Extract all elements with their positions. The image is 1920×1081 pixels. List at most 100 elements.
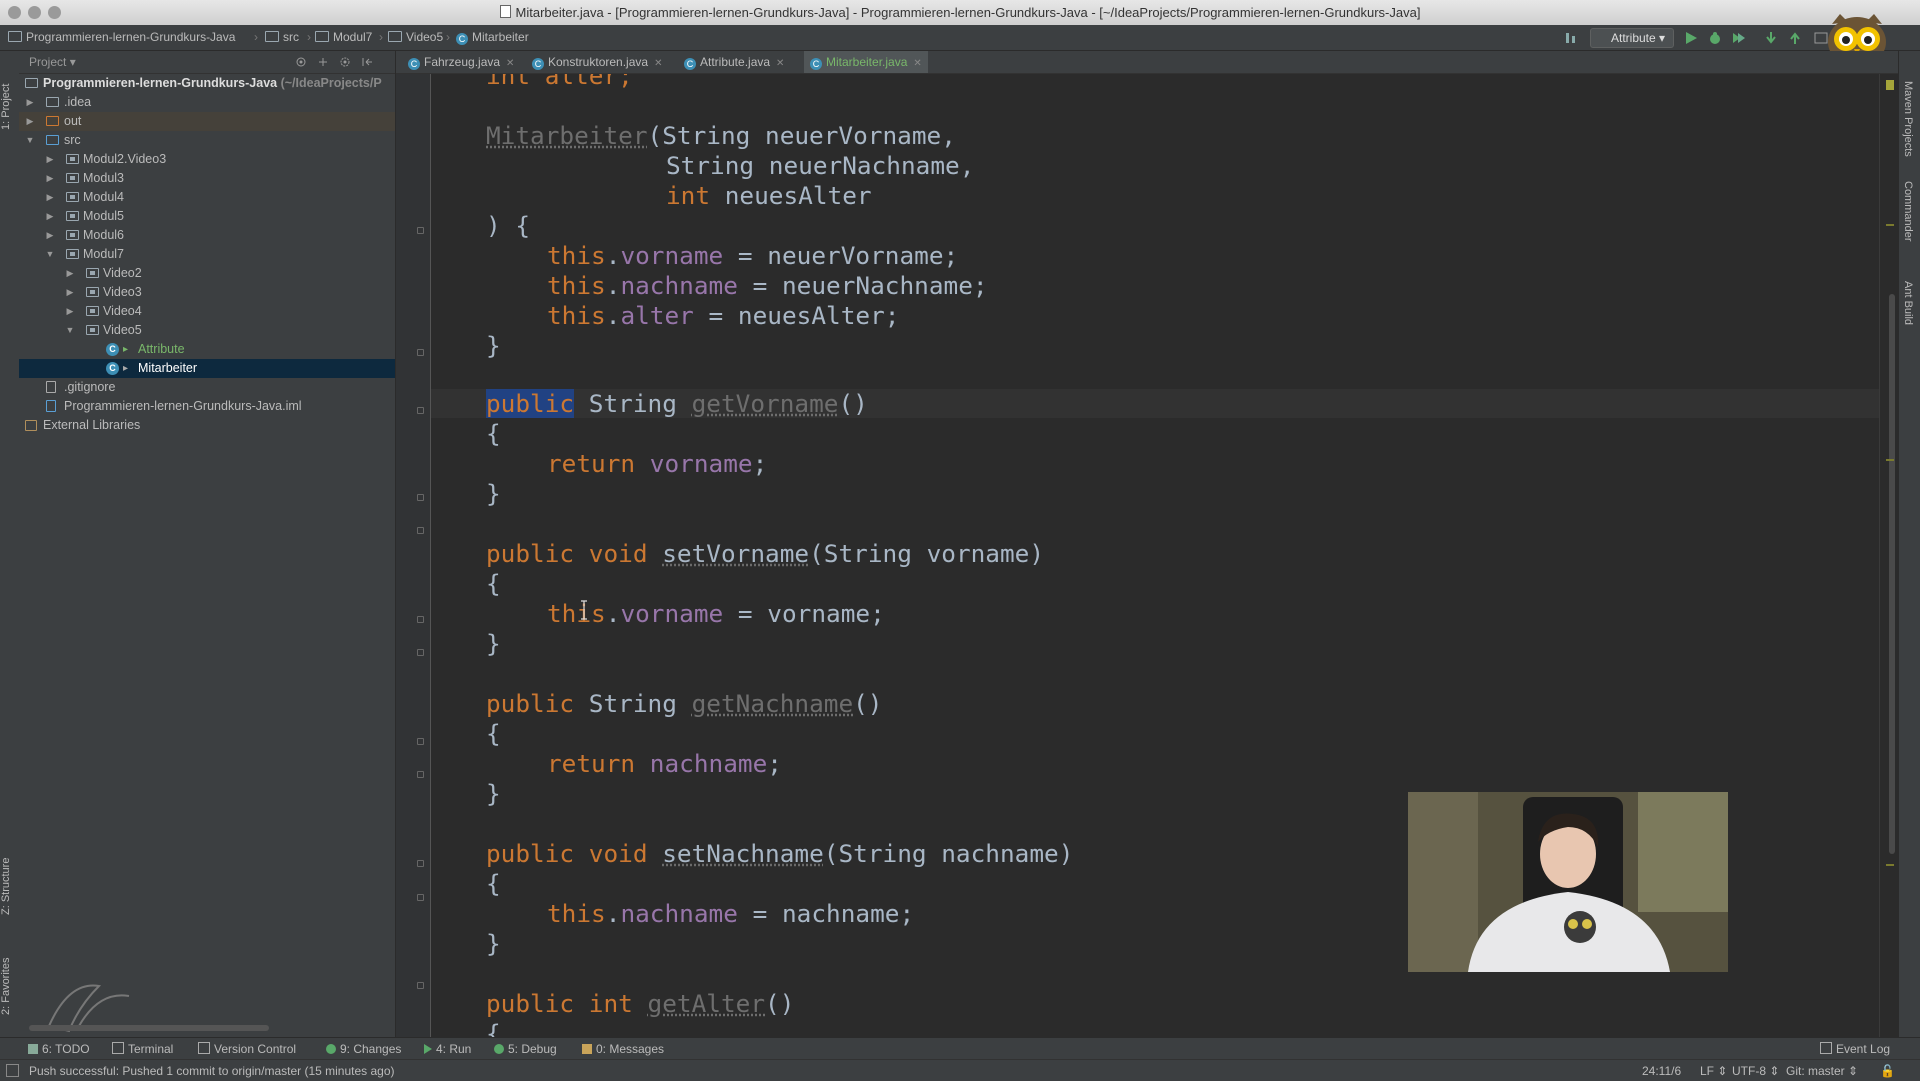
tree-node-modul7[interactable]: ▼ Modul7	[19, 245, 395, 264]
warning-marker[interactable]	[1886, 864, 1894, 866]
fold-marker-icon[interactable]	[417, 738, 424, 745]
todo-tool-button[interactable]: 6: TODO	[28, 1042, 90, 1056]
expand-arrow-icon[interactable]: ▶	[64, 302, 76, 321]
breadcrumb-modul7[interactable]: Modul7	[315, 30, 372, 44]
messages-tool-button[interactable]: 0: Messages	[582, 1042, 664, 1056]
breadcrumb-mitarbeiter[interactable]: C Mitarbeiter	[456, 30, 529, 45]
tree-node-modul2-video3[interactable]: ▶ Modul2.Video3	[19, 150, 395, 169]
expand-arrow-icon[interactable]: ▶	[44, 188, 56, 207]
debug-tool-button[interactable]: 5: Debug	[494, 1042, 557, 1056]
version-control-tool-button[interactable]: Version Control	[198, 1042, 296, 1056]
fold-marker-icon[interactable]	[417, 616, 424, 623]
terminal-tool-button[interactable]: Terminal	[112, 1042, 173, 1056]
collapse-arrow-icon[interactable]: ▼	[64, 321, 76, 340]
vcs-update-icon[interactable]	[1564, 31, 1578, 45]
expand-arrow-icon[interactable]: ▶	[44, 150, 56, 169]
tree-node-src[interactable]: ▼ src	[19, 131, 395, 150]
project-horizontal-scrollbar[interactable]	[29, 1025, 269, 1031]
close-tab-icon[interactable]: ✕	[776, 58, 784, 69]
warning-marker[interactable]	[1886, 459, 1894, 461]
run-icon[interactable]	[1684, 31, 1698, 45]
maven-projects-tab[interactable]: Maven Projects	[1902, 81, 1914, 157]
collapse-arrow-icon[interactable]: ▼	[24, 131, 36, 150]
commander-tab[interactable]: Commander	[1902, 181, 1914, 242]
close-tab-icon[interactable]: ✕	[654, 58, 662, 69]
close-tab-icon[interactable]: ✕	[913, 58, 921, 69]
changes-tool-button[interactable]: 9: Changes	[326, 1042, 401, 1056]
fold-marker-icon[interactable]	[417, 982, 424, 989]
project-tool-tab[interactable]: 1: Project	[0, 57, 19, 157]
toggle-tool-windows-icon[interactable]	[6, 1064, 19, 1077]
tree-node-video5[interactable]: ▼ Video5	[19, 321, 395, 340]
scroll-from-source-icon[interactable]	[295, 56, 307, 68]
tree-node-mitarbeiter[interactable]: C ▸ Mitarbeiter	[19, 359, 395, 378]
ant-build-tab[interactable]: Ant Build	[1902, 281, 1914, 325]
tree-node-iml[interactable]: Programmieren-lernen-Grundkurs-Java.iml	[19, 397, 395, 416]
fold-marker-icon[interactable]	[417, 494, 424, 501]
tree-node-modul3[interactable]: ▶ Modul3	[19, 169, 395, 188]
expand-arrow-icon[interactable]: ▶	[24, 93, 36, 112]
fold-marker-icon[interactable]	[417, 649, 424, 656]
tab-attribute[interactable]: C Attribute.java ✕	[678, 51, 790, 73]
fold-marker-icon[interactable]	[417, 527, 424, 534]
expand-arrow-icon[interactable]: ▶	[44, 207, 56, 226]
structure-tool-tab[interactable]: Z: Structure	[0, 831, 19, 941]
collapse-arrow-icon[interactable]: ▼	[44, 245, 56, 264]
tree-node-out[interactable]: ▶ out	[19, 112, 395, 131]
tree-node-modul5[interactable]: ▶ Modul5	[19, 207, 395, 226]
breadcrumb-src[interactable]: src	[265, 30, 299, 44]
tree-node-project-root[interactable]: Programmieren-lernen-Grundkurs-Java (~/I…	[19, 74, 395, 93]
tree-node-gitignore[interactable]: .gitignore	[19, 378, 395, 397]
tree-node-modul6[interactable]: ▶ Modul6	[19, 226, 395, 245]
debug-icon[interactable]	[1708, 31, 1722, 45]
favorites-tool-tab[interactable]: 2: Favorites	[0, 941, 19, 1031]
lock-icon[interactable]: 🔓	[1880, 1064, 1895, 1078]
expand-arrow-icon[interactable]: ▶	[24, 112, 36, 131]
git-branch-selector[interactable]: Git: master ⇕	[1786, 1064, 1858, 1078]
expand-arrow-icon[interactable]: ▶	[44, 226, 56, 245]
tree-node-video4[interactable]: ▶ Video4	[19, 302, 395, 321]
run-with-coverage-icon[interactable]	[1732, 31, 1746, 45]
fold-marker-icon[interactable]	[417, 894, 424, 901]
vcs-commit-icon[interactable]	[1788, 31, 1802, 45]
expand-arrow-icon[interactable]: ▶	[64, 264, 76, 283]
close-tab-icon[interactable]: ✕	[506, 58, 514, 69]
line-separator-selector[interactable]: LF ⇕	[1700, 1064, 1727, 1078]
editor-gutter[interactable]	[396, 74, 431, 1037]
run-configuration-selector[interactable]: Attribute ▾	[1590, 28, 1675, 48]
fold-marker-icon[interactable]	[417, 407, 424, 414]
status-message[interactable]: Push successful: Pushed 1 commit to orig…	[29, 1064, 395, 1078]
caret-position[interactable]: 24:11/6	[1642, 1064, 1681, 1078]
fold-marker-icon[interactable]	[417, 771, 424, 778]
breadcrumb-video5[interactable]: Video5	[388, 30, 443, 44]
event-log-tool-button[interactable]: Event Log	[1820, 1042, 1890, 1056]
tree-node-video3[interactable]: ▶ Video3	[19, 283, 395, 302]
tab-fahrzeug[interactable]: C Fahrzeug.java ✕	[402, 51, 520, 73]
expand-arrow-icon[interactable]: ▶	[44, 169, 56, 188]
run-tool-button[interactable]: 4: Run	[424, 1042, 471, 1056]
tree-node-external-libraries[interactable]: External Libraries	[19, 416, 395, 435]
expand-arrow-icon[interactable]: ▶	[64, 283, 76, 302]
warning-marker[interactable]	[1886, 224, 1894, 226]
fold-marker-icon[interactable]	[417, 349, 424, 356]
fold-marker-icon[interactable]	[417, 860, 424, 867]
breadcrumb-project[interactable]: Programmieren-lernen-Grundkurs-Java	[8, 30, 235, 44]
tree-node-attribute[interactable]: C ▸ Attribute	[19, 340, 395, 359]
fold-marker-icon[interactable]	[417, 227, 424, 234]
tab-konstruktoren[interactable]: C Konstruktoren.java ✕	[526, 51, 668, 73]
vcs-update-project-icon[interactable]	[1764, 31, 1778, 45]
gear-icon[interactable]	[339, 56, 351, 68]
tree-node-video2[interactable]: ▶ Video2	[19, 264, 395, 283]
tab-mitarbeiter[interactable]: C Mitarbeiter.java ✕	[804, 51, 928, 73]
encoding-selector[interactable]: UTF-8 ⇕	[1732, 1064, 1779, 1078]
hide-panel-icon[interactable]	[361, 56, 373, 68]
project-view-selector[interactable]: Project ▾	[29, 55, 76, 69]
tree-node-modul4[interactable]: ▶ Modul4	[19, 188, 395, 207]
code-line-field-alter: int alter;	[486, 74, 633, 90]
scrollbar-thumb[interactable]	[1889, 294, 1895, 854]
collapse-all-icon[interactable]	[317, 56, 329, 68]
inspection-status-icon[interactable]	[1886, 80, 1894, 90]
editor-vertical-scrollbar[interactable]	[1879, 74, 1898, 1037]
tree-node-idea[interactable]: ▶ .idea	[19, 93, 395, 112]
code-line-open-brace: {	[486, 869, 501, 898]
